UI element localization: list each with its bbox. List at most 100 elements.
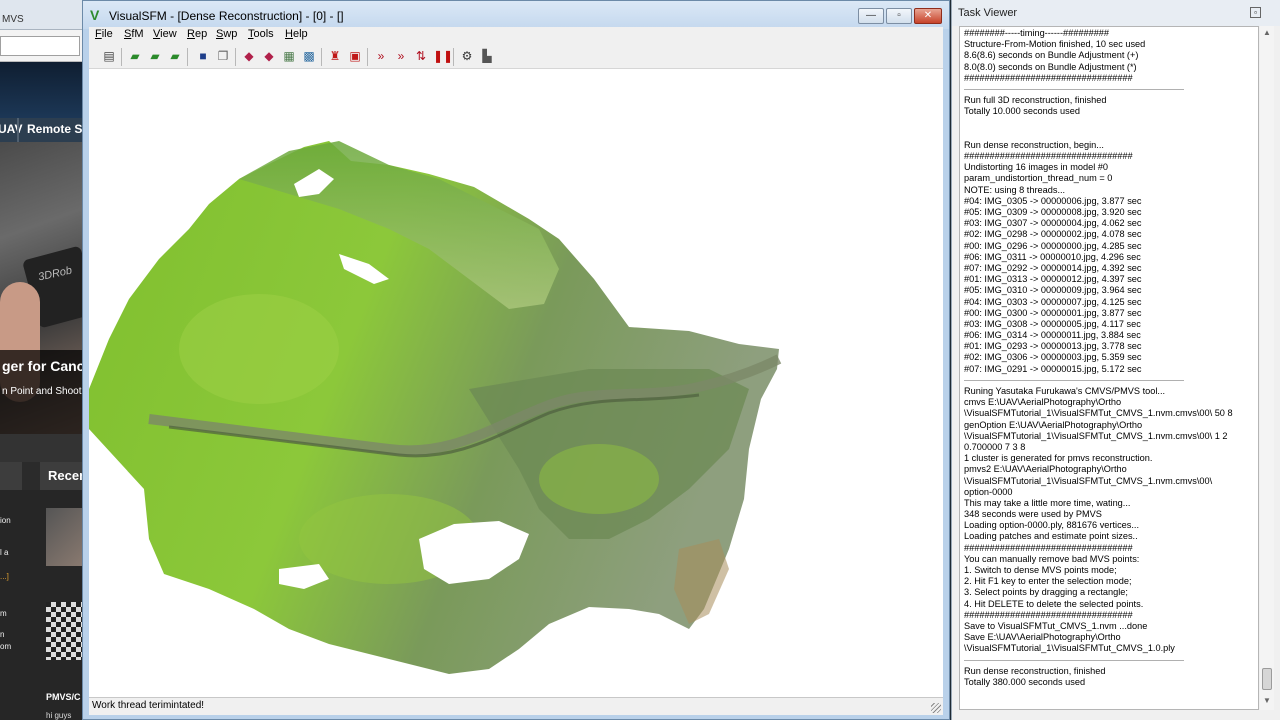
run-all-icon[interactable]: » xyxy=(373,48,389,64)
log-line: Save to VisualSFMTut_CMVS_1.nvm ...done xyxy=(964,620,1148,631)
toolbar-separator xyxy=(453,48,454,66)
match-icon[interactable]: ◆ xyxy=(241,48,257,64)
grid-icon[interactable]: ▦ xyxy=(281,48,297,64)
maximize-button[interactable]: ▫ xyxy=(886,8,912,24)
save-icon[interactable]: ■ xyxy=(195,48,211,64)
log-line: 2. Hit F1 key to enter the selection mod… xyxy=(964,576,1132,587)
open-nvm-icon[interactable]: ▰ xyxy=(167,48,183,64)
log-line: 3. Select points by dragging a rectangle… xyxy=(964,587,1128,598)
nav-item-uav[interactable]: UAV xyxy=(0,122,22,136)
log-line: #03: IMG_0307 -> 00000004.jpg, 4.062 sec xyxy=(964,218,1142,229)
task-viewer-header: Task Viewer ▫ xyxy=(952,0,1280,26)
recent-heading: Recen xyxy=(40,462,84,490)
log-line: #06: IMG_0314 -> 00000011.jpg, 3.884 sec xyxy=(964,330,1141,341)
grass-patch xyxy=(539,444,659,514)
log-divider xyxy=(964,84,1258,95)
log-line: Runing Yasutaka Furukawa's CMVS/PMVS too… xyxy=(964,386,1166,396)
log-line: option-0000 xyxy=(964,486,1013,497)
log-line: \VisualSFMTutorial_1\VisualSFMTut_CMVS_1… xyxy=(964,430,1228,441)
log-divider xyxy=(964,375,1258,386)
log-line: Run dense reconstruction, begin... xyxy=(964,139,1104,150)
reconstruct-icon[interactable]: ♜ xyxy=(327,48,343,64)
snippet-text: om xyxy=(0,642,12,651)
chart-icon[interactable]: ▙ xyxy=(479,48,495,64)
log-line: NOTE: using 8 threads... xyxy=(964,184,1066,195)
resize-grip-icon[interactable] xyxy=(931,703,941,713)
list-icon[interactable]: ▤ xyxy=(101,48,117,64)
video-headline[interactable]: ger for Canc xyxy=(2,358,84,374)
task-log[interactable]: ########-----timing------######### Struct… xyxy=(959,26,1259,710)
log-line: Totally 10.000 seconds used xyxy=(964,106,1080,117)
window-title: VisualSFM - [Dense Reconstruction] - [0]… xyxy=(109,9,344,23)
log-line: \VisualSFMTutorial_1\VisualSFMTut_CMVS_1… xyxy=(964,408,1233,419)
menu-swp[interactable]: Swp xyxy=(216,28,237,40)
log-line: ################################# xyxy=(964,151,1133,162)
gear-icon[interactable]: ⚙ xyxy=(459,48,475,64)
toolbar-separator xyxy=(321,48,322,66)
status-text: Work thread terimintated! xyxy=(92,700,205,711)
log-line: #00: IMG_0300 -> 00000001.jpg, 3.877 sec xyxy=(964,307,1142,318)
sparse-icon[interactable]: ▣ xyxy=(347,48,363,64)
open-multi-icon[interactable]: ▰ xyxy=(147,48,163,64)
save-all-icon[interactable]: ❐ xyxy=(215,48,231,64)
visualsfm-window: V VisualSFM - [Dense Reconstruction] - [… xyxy=(82,0,950,720)
title-bar[interactable]: V VisualSFM - [Dense Reconstruction] - [… xyxy=(83,1,949,29)
log-line: #02: IMG_0306 -> 00000003.jpg, 5.359 sec xyxy=(964,352,1142,363)
browser-tab-label[interactable]: MVS xyxy=(2,14,24,25)
3d-viewport[interactable] xyxy=(89,69,943,697)
log-line: ################################# xyxy=(964,609,1133,620)
video-caption: ger for Canc n Point and Shoot xyxy=(0,350,84,434)
log-line: #01: IMG_0313 -> 00000012.jpg, 4.397 sec xyxy=(964,274,1142,285)
status-bar: Work thread terimintated! xyxy=(89,697,943,715)
log-line: #05: IMG_0310 -> 00000009.jpg, 3.964 sec xyxy=(964,285,1142,296)
log-line: pmvs2 E:\UAV\AerialPhotography\Ortho xyxy=(964,464,1127,475)
log-divider xyxy=(964,655,1258,666)
browser-tab-bar[interactable]: MVS xyxy=(0,0,84,30)
address-input[interactable] xyxy=(0,36,80,56)
menu-sfm[interactable]: SfM xyxy=(124,28,144,40)
log-line: ########-----timing------######### xyxy=(964,28,1110,38)
snippet-text: l a xyxy=(0,548,9,557)
log-line: 1. Switch to dense MVS points mode; xyxy=(964,565,1117,575)
log-scrollbar[interactable]: ▲ ▼ xyxy=(1260,26,1274,710)
menu-bar: File SfM View Rep Swp Tools Help xyxy=(89,27,943,45)
restore-icon[interactable]: ▫ xyxy=(1250,7,1261,18)
log-line: 1 cluster is generated for pmvs reconstr… xyxy=(964,453,1153,464)
snippet-link[interactable]: ...] xyxy=(0,572,9,581)
run-dense-icon[interactable]: » xyxy=(393,48,409,64)
toolbar-separator xyxy=(187,48,188,66)
menu-file[interactable]: File xyxy=(95,28,113,40)
log-line: \VisualSFMTutorial_1\VisualSFMTut_CMVS_1… xyxy=(964,643,1175,654)
log-line: ################################# xyxy=(964,72,1133,83)
open-icon[interactable]: ▰ xyxy=(127,48,143,64)
log-line: 348 seconds were used by PMVS xyxy=(964,509,1102,520)
split-icon[interactable]: ⇅ xyxy=(413,48,429,64)
menu-help[interactable]: Help xyxy=(285,28,308,40)
log-line: param_undistortion_thread_num = 0 xyxy=(964,173,1113,184)
log-line: #07: IMG_0292 -> 00000014.jpg, 4.392 sec xyxy=(964,262,1142,273)
match-set-icon[interactable]: ◆ xyxy=(261,48,277,64)
pairs-icon[interactable]: ▩ xyxy=(301,48,317,64)
nav-item-remote[interactable]: Remote S xyxy=(27,122,82,136)
scroll-up-icon[interactable]: ▲ xyxy=(1263,28,1271,37)
post-thumbnail[interactable] xyxy=(46,602,84,660)
post-thumbnail[interactable] xyxy=(46,508,84,566)
menu-tools[interactable]: Tools xyxy=(248,28,274,40)
post-title[interactable]: PMVS/C xyxy=(46,692,81,702)
log-line: genOption E:\UAV\AerialPhotography\Ortho xyxy=(964,419,1143,430)
menu-rep[interactable]: Rep xyxy=(187,28,207,40)
log-line: Structure-From-Motion finished, 10 sec u… xyxy=(964,39,1146,50)
log-line: ################################# xyxy=(964,542,1133,553)
scroll-down-icon[interactable]: ▼ xyxy=(1263,696,1271,705)
log-line: #06: IMG_0311 -> 00000010.jpg, 4.296 sec xyxy=(964,251,1141,262)
background-browser-window[interactable]: MVS UAV Remote S 3DRob ger for Canc n Po… xyxy=(0,0,84,720)
snippet-text: ion xyxy=(0,516,11,525)
minimize-button[interactable]: — xyxy=(858,8,884,24)
menu-view[interactable]: View xyxy=(153,28,177,40)
grass-patch xyxy=(179,294,339,404)
pause-icon[interactable]: ❚❚ xyxy=(433,48,453,64)
close-button[interactable]: ✕ xyxy=(914,8,942,24)
scroll-thumb[interactable] xyxy=(1262,668,1272,690)
